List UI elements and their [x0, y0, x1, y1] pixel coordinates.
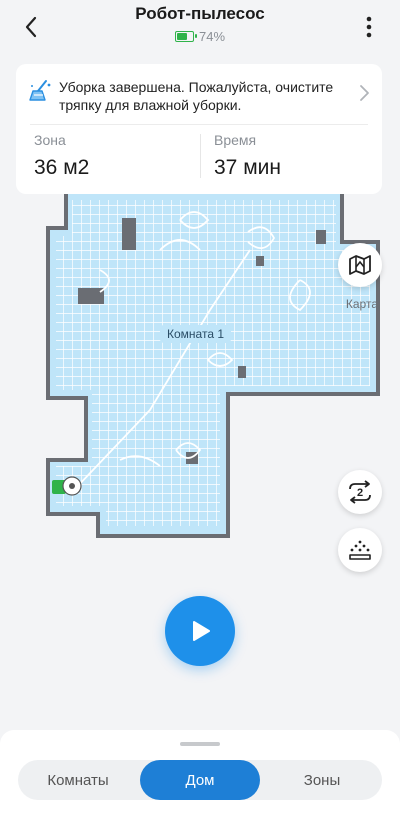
zone-value: 36 м2: [34, 156, 90, 179]
more-options-button[interactable]: [352, 10, 386, 44]
zone-label: Зона: [34, 132, 66, 148]
repeat-icon: 2: [349, 480, 371, 504]
map-button[interactable]: [338, 243, 382, 287]
robot-position: [62, 476, 82, 496]
suction-icon: [349, 540, 371, 560]
notice-banner[interactable]: Уборка завершена. Пожалуйста, очистите т…: [16, 64, 382, 124]
obstacle: [78, 288, 104, 304]
header: Робот-пылесос 74%: [0, 0, 400, 56]
cleaning-info-card: Уборка завершена. Пожалуйста, очистите т…: [16, 64, 382, 194]
drag-handle[interactable]: [180, 742, 220, 746]
battery-percent: 74%: [198, 29, 226, 44]
time-value: 37 мин: [214, 156, 281, 179]
time-label: Время: [214, 132, 257, 148]
obstacle: [256, 256, 264, 266]
battery-fill: [176, 33, 188, 40]
tab-zones[interactable]: Зоны: [262, 760, 382, 800]
obstacle: [122, 218, 136, 250]
repeat-count: 2: [357, 487, 363, 499]
bottom-panel: Комнаты Дом Зоны: [0, 730, 400, 814]
tab-rooms[interactable]: Комнаты: [18, 760, 138, 800]
battery-icon: [174, 31, 197, 42]
obstacle: [316, 230, 326, 244]
suction-power-button[interactable]: [338, 528, 382, 572]
time-stat: Время 37 мин: [214, 132, 384, 188]
notice-text: Уборка завершена. Пожалуйста, очистите т…: [59, 79, 334, 113]
repeat-cleaning-button[interactable]: 2: [338, 470, 382, 514]
map-button-label: Карта: [345, 297, 378, 311]
obstacle: [238, 366, 246, 378]
divider: [200, 134, 201, 178]
battery-status: 74%: [0, 29, 400, 44]
divider: [30, 124, 368, 125]
zone-stat: Зона 36 м2: [34, 132, 204, 188]
chevron-right-icon: [360, 85, 369, 101]
map-icon: [349, 255, 371, 275]
page-title: Робот-пылесос: [135, 4, 265, 23]
play-icon: [193, 621, 210, 641]
vertical-dots-icon: [366, 16, 372, 38]
tab-home[interactable]: Дом: [140, 760, 260, 800]
mop-cleaning-icon: [29, 80, 51, 101]
room-label[interactable]: Комната 1: [160, 325, 231, 343]
start-cleaning-button[interactable]: [165, 596, 235, 666]
mode-tabs: Комнаты Дом Зоны: [18, 760, 382, 800]
